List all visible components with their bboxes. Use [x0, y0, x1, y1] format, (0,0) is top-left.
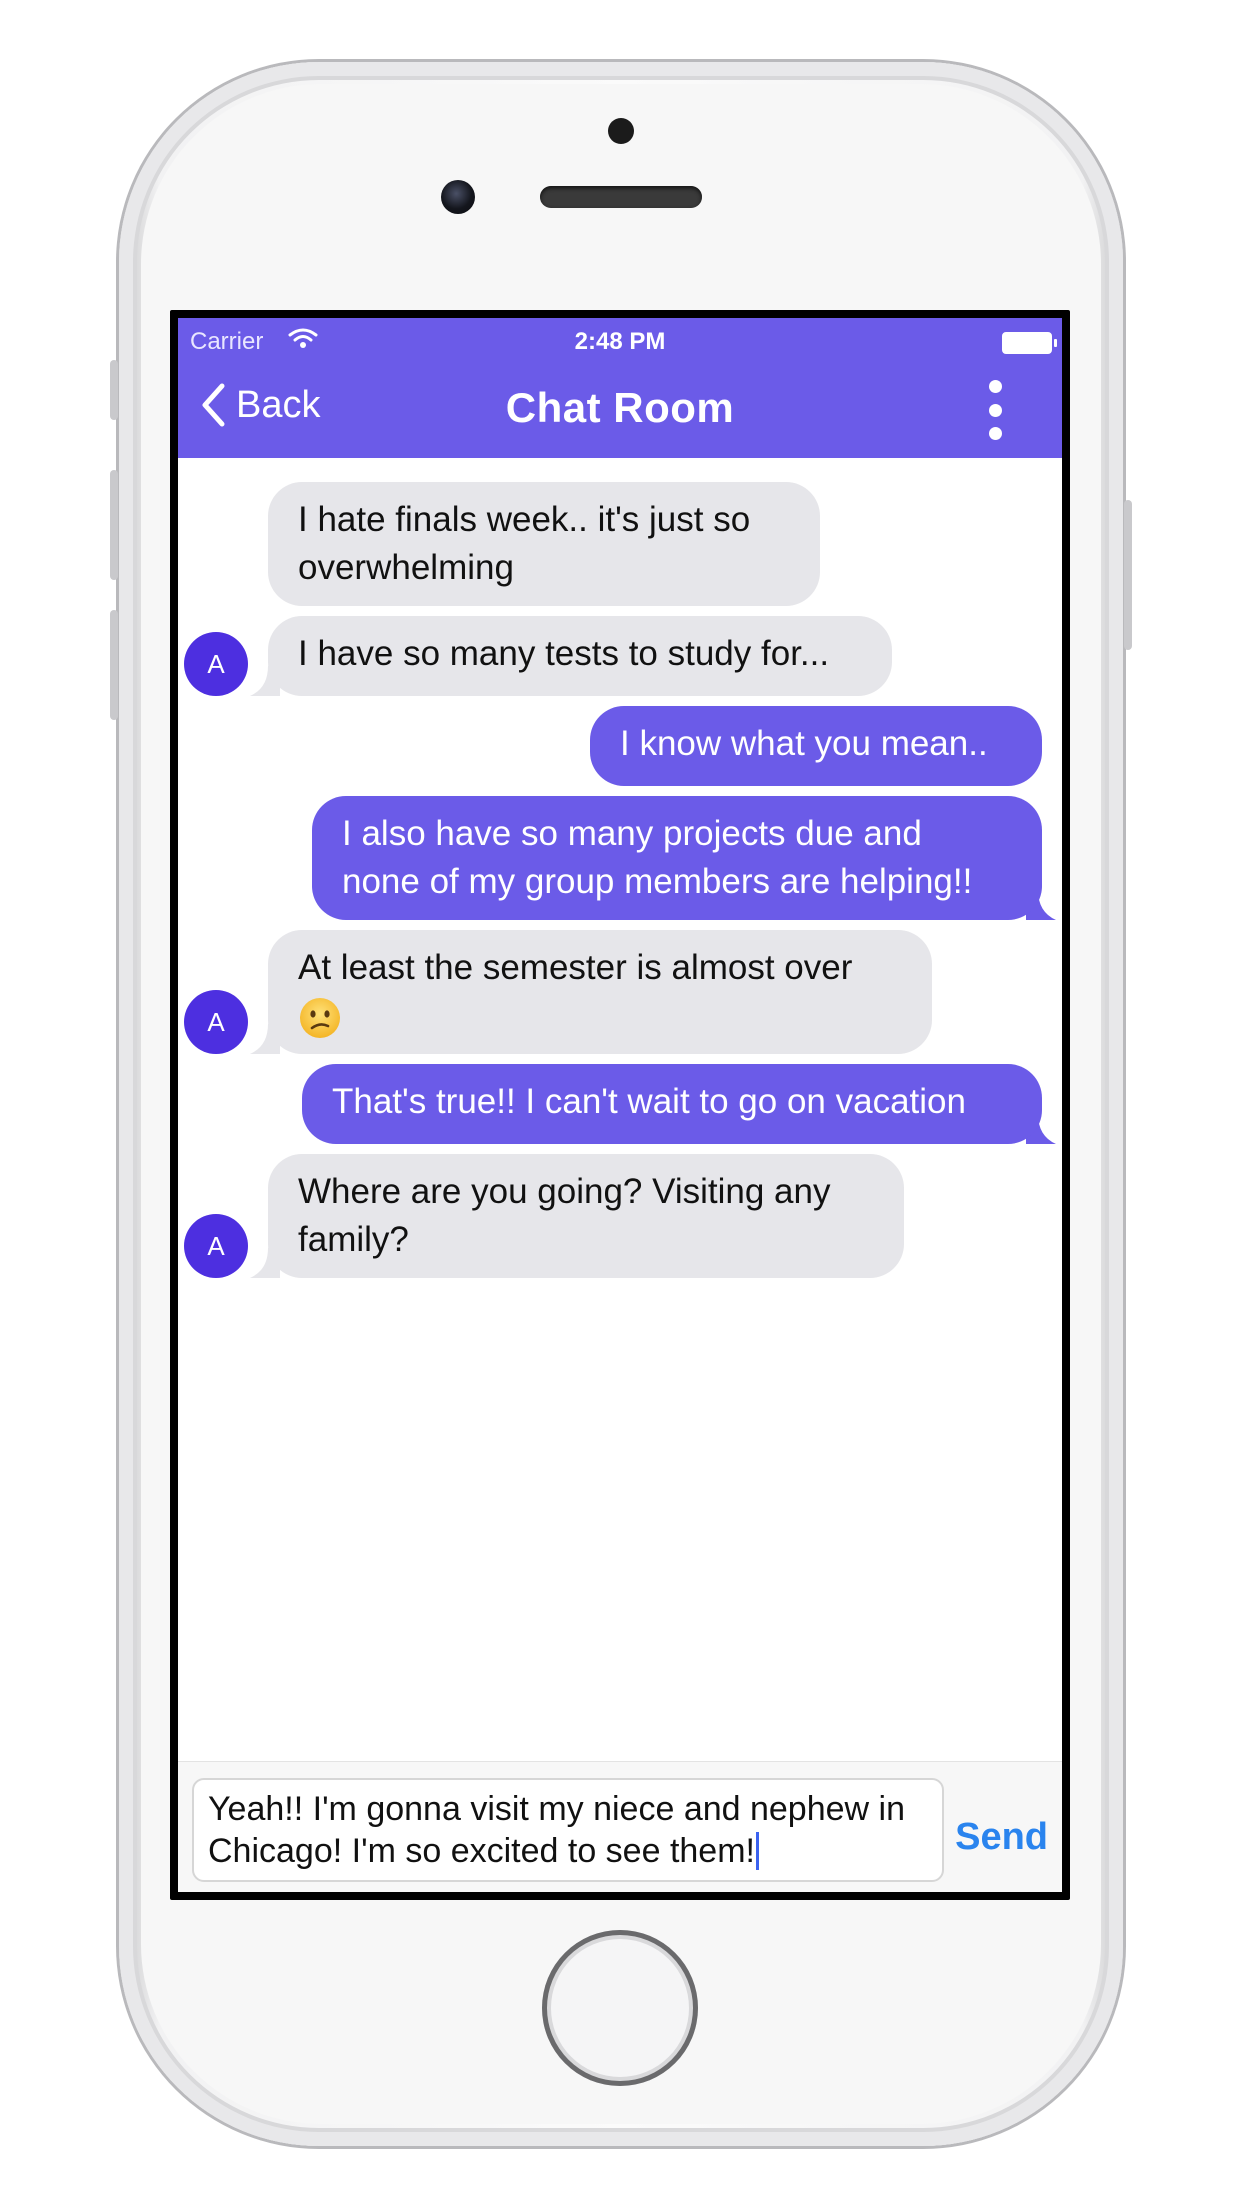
message-incoming: I hate finals week.. it's just so overwh… [178, 482, 1062, 606]
message-bubble[interactable]: I also have so many projects due and non… [312, 796, 1042, 920]
draft-line-with-caret: Chicago! I'm so excited to see them! [208, 1830, 928, 1872]
mute-switch [110, 360, 118, 420]
status-bar: Carrier 2:48 PM [178, 318, 1062, 358]
volume-up-button [110, 470, 118, 580]
draft-line: Yeah!! I'm gonna visit my niece and neph… [208, 1790, 905, 1828]
more-dot-icon [988, 380, 1002, 393]
message-outgoing: That's true!! I can't wait to go on vaca… [178, 1064, 1062, 1144]
power-button [1124, 500, 1132, 650]
more-options-button[interactable] [980, 380, 1010, 440]
avatar[interactable]: A [184, 632, 248, 696]
proximity-sensor [608, 118, 634, 144]
status-time: 2:48 PM [574, 328, 666, 355]
message-bubble[interactable]: I have so many tests to study for... [268, 616, 892, 696]
message-emoji-line [298, 992, 902, 1040]
avatar[interactable]: A [184, 990, 248, 1054]
nav-header: Carrier 2:48 PM Back Chat Room [178, 318, 1062, 458]
message-input[interactable]: Yeah!! I'm gonna visit my niece and neph… [192, 1778, 944, 1882]
message-incoming: A Where are you going? Visiting any fami… [178, 1154, 1062, 1278]
message-text: I know what you mean.. [620, 724, 988, 763]
message-text: I hate finals week.. it's just so [298, 500, 751, 539]
message-outgoing: I know what you mean.. [178, 706, 1062, 786]
more-dot-icon [988, 427, 1002, 440]
message-bubble[interactable]: Where are you going? Visiting any family… [268, 1154, 904, 1278]
avatar[interactable]: A [184, 1214, 248, 1278]
message-bubble[interactable]: I know what you mean.. [590, 706, 1042, 786]
message-text: none of my group members are helping!! [342, 862, 973, 901]
nav-bar: Back Chat Room [178, 376, 1062, 446]
message-text: At least the semester is almost over [298, 948, 853, 987]
text-caret [755, 1832, 759, 1870]
message-bubble[interactable]: That's true!! I can't wait to go on vaca… [302, 1064, 1042, 1144]
more-dot-icon [988, 403, 1002, 417]
battery-icon [1002, 332, 1057, 354]
screen: Carrier 2:48 PM Back Chat Room I hate fi… [170, 310, 1070, 1900]
home-button[interactable] [542, 1930, 698, 2086]
message-text: That's true!! I can't wait to go on vaca… [332, 1082, 966, 1121]
front-camera [441, 180, 475, 214]
earpiece-speaker [540, 186, 702, 208]
volume-down-button [110, 610, 118, 720]
send-button[interactable]: Send [955, 1816, 1048, 1859]
message-composer: Yeah!! I'm gonna visit my niece and neph… [178, 1761, 1062, 1892]
message-text: I also have so many projects due and [342, 814, 922, 853]
draft-line: Chicago! I'm so excited to see them! [208, 1832, 755, 1870]
message-incoming: A At least the semester is almost over [178, 930, 1062, 1054]
message-incoming: A I have so many tests to study for... [178, 616, 1062, 696]
message-text: overwhelming [298, 548, 514, 587]
confused-face-icon [300, 997, 340, 1038]
chat-screen: Carrier 2:48 PM Back Chat Room I hate fi… [178, 318, 1062, 1892]
message-text: Where are you going? Visiting any [298, 1172, 831, 1211]
message-bubble[interactable]: I hate finals week.. it's just so overwh… [268, 482, 820, 606]
message-bubble[interactable]: At least the semester is almost over [268, 930, 932, 1054]
message-text: I have so many tests to study for... [298, 634, 830, 673]
message-text: family? [298, 1220, 409, 1259]
message-outgoing: I also have so many projects due and non… [178, 796, 1062, 920]
page-title: Chat Room [505, 384, 735, 431]
message-list: I hate finals week.. it's just so overwh… [178, 458, 1062, 1762]
